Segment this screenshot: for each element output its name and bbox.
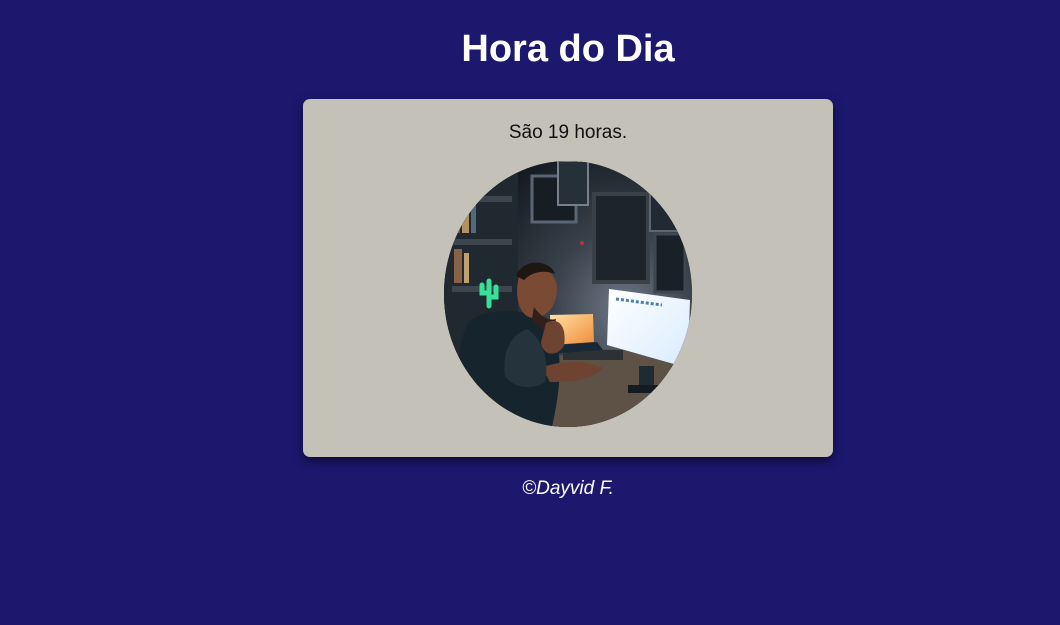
hour-message: São 19 horas. (508, 122, 628, 143)
copyright-footer: ©Dayvid F. (522, 478, 614, 499)
night-workstation-photo (444, 161, 692, 427)
page-title: Hora do Dia (461, 28, 675, 70)
time-card: São 19 horas. (303, 99, 833, 457)
photo-illustration (444, 161, 692, 427)
